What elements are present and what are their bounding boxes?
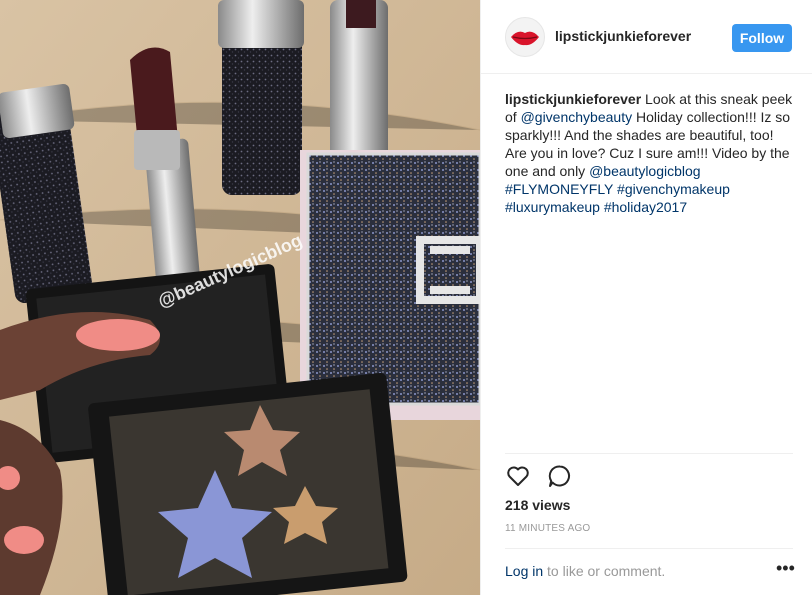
caption-hashtag-flymoneyfly[interactable]: #FLYMONEYFLY (505, 181, 613, 197)
caption-hashtag-luxurymakeup[interactable]: #luxurymakeup (505, 199, 600, 215)
heart-icon[interactable] (505, 463, 531, 489)
instagram-post: @beautylogicblog lipstickjunkieforever F… (0, 0, 812, 595)
login-prompt: Log in to like or comment. (505, 563, 665, 579)
more-options-icon[interactable]: ••• (776, 559, 795, 577)
footer-divider (505, 548, 793, 549)
caption-username[interactable]: lipstickjunkieforever (505, 91, 641, 107)
login-link[interactable]: Log in (505, 563, 543, 579)
actions-divider (505, 453, 793, 454)
follow-button[interactable]: Follow (732, 24, 792, 52)
post-sidebar: lipstickjunkieforever Follow lipstickjun… (480, 0, 812, 595)
post-caption: lipstickjunkieforever Look at this sneak… (505, 90, 795, 216)
post-username[interactable]: lipstickjunkieforever (555, 28, 691, 44)
caption-mention-beautylogicblog[interactable]: @beautylogicblog (589, 163, 701, 179)
lips-icon (511, 31, 539, 46)
post-actions (505, 463, 573, 489)
caption-hashtag-holiday2017[interactable]: #holiday2017 (604, 199, 687, 215)
post-timestamp[interactable]: 11 MINUTES AGO (505, 523, 590, 534)
comment-icon[interactable] (547, 463, 573, 489)
login-prompt-text: to like or comment. (543, 563, 666, 579)
caption-mention-givenchybeauty[interactable]: @givenchybeauty (521, 109, 633, 125)
user-avatar[interactable] (505, 17, 545, 57)
caption-hashtag-givenchymakeup[interactable]: #givenchymakeup (617, 181, 730, 197)
post-photo: @beautylogicblog (0, 0, 480, 595)
post-video-media[interactable]: @beautylogicblog (0, 0, 480, 595)
view-count[interactable]: 218 views (505, 497, 570, 513)
header-divider (481, 73, 812, 74)
